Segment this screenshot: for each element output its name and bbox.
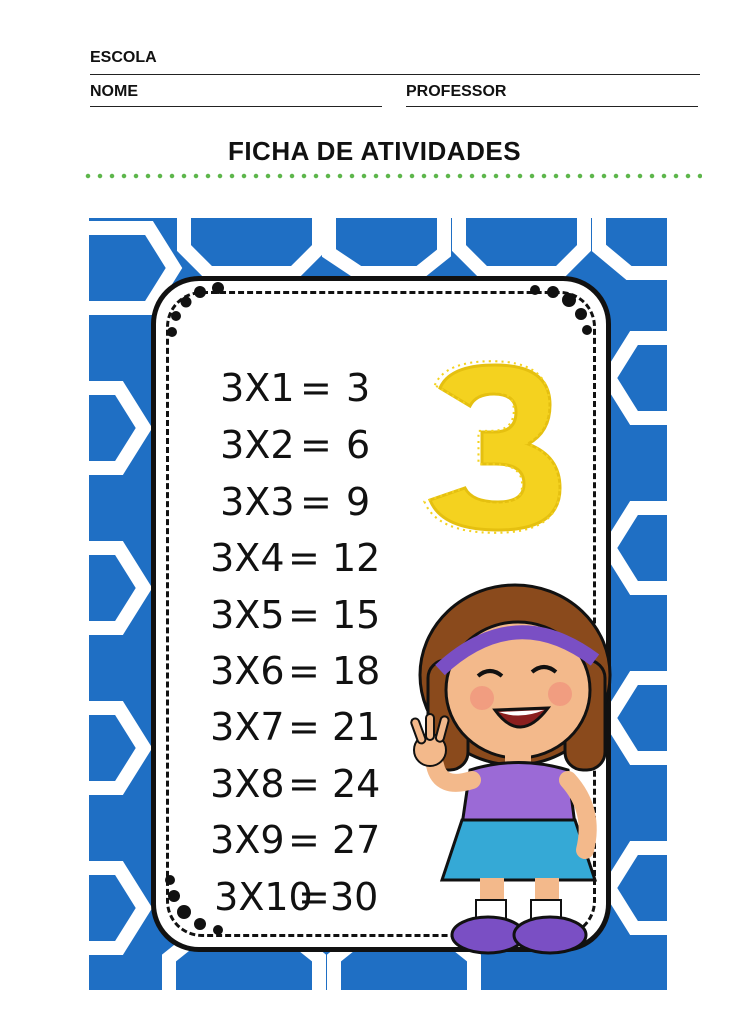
- row-equals: =: [288, 536, 320, 580]
- row-equals: =: [288, 705, 320, 749]
- row-result: 3: [346, 366, 371, 410]
- row-result: 12: [332, 536, 381, 580]
- teacher-label: PROFESSOR: [406, 83, 507, 100]
- sheet-title: FICHA DE ATIVIDADES: [227, 136, 522, 166]
- row-equals: =: [300, 366, 332, 410]
- name-label: NOME: [90, 83, 138, 100]
- row-equals: =: [288, 593, 320, 637]
- row-equals: =: [288, 649, 320, 693]
- name-field-line[interactable]: [90, 106, 382, 107]
- row-result: 9: [346, 480, 371, 524]
- dotted-divider: [82, 172, 702, 180]
- row-result: 18: [332, 649, 381, 693]
- row-result: 30: [330, 875, 379, 919]
- row-result: 24: [332, 762, 381, 806]
- girl-illustration-icon: [410, 583, 612, 955]
- row-result: 6: [346, 423, 371, 467]
- row-result: 15: [332, 593, 381, 637]
- row-result: 27: [332, 818, 381, 862]
- yellow-number-three-icon: [423, 360, 562, 534]
- table-row: 3X10 = 30: [190, 831, 378, 919]
- corner-dots-top-right: [530, 285, 592, 335]
- teacher-field-line[interactable]: [406, 106, 698, 107]
- row-equals: =: [288, 762, 320, 806]
- row-result: 21: [332, 705, 381, 749]
- row-equals: =: [300, 480, 332, 524]
- row-equals: =: [300, 423, 332, 467]
- school-field-line[interactable]: [90, 74, 700, 75]
- row-equals: =: [298, 875, 330, 919]
- school-label: ESCOLA: [90, 49, 157, 66]
